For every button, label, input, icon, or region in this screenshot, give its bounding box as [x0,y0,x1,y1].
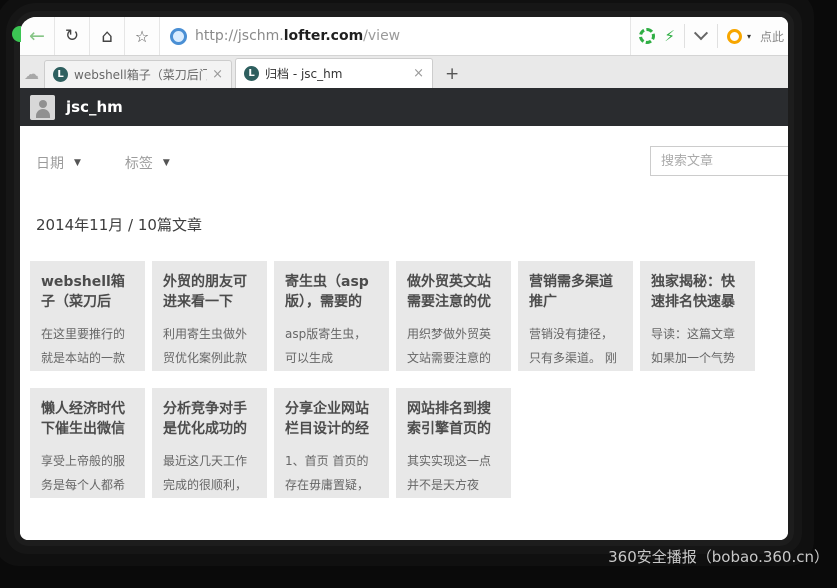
article-excerpt: 用织梦做外贸英文站需要注意的细节 [407,322,500,371]
tab-title: webshell箱子（菜刀后门），7 [74,66,207,83]
article-card[interactable]: 寄生虫（asp版），需要的 asp版寄生虫，可以生成 [274,261,389,371]
tab-archive[interactable]: L 归档 - jsc_hm × [235,58,433,88]
filter-date[interactable]: 日期 ▼ [36,153,81,173]
back-icon: ← [29,27,45,46]
browser-toolbar: ← ↻ ⌂ ☆ http://jschm.lofter.com/view ⚡ [20,17,788,56]
tab-webshell[interactable]: L webshell箱子（菜刀后门），7 × [44,60,232,88]
browser-logo-peek-icon [12,26,21,42]
article-card[interactable]: 做外贸英文站需要注意的优 用织梦做外贸英文站需要注意的细节 [396,261,511,371]
refresh-button[interactable]: ↻ [55,17,90,55]
back-button[interactable]: ← [20,17,55,55]
home-button[interactable]: ⌂ [90,17,125,55]
home-icon: ⌂ [101,26,112,47]
tab-close-icon[interactable]: × [212,67,223,82]
archive-content: 日期 ▼ 标签 ▼ 2014年11月 / 10篇文章 webshell箱子（菜刀… [20,126,788,540]
article-title: 分析竞争对手是优化成功的 [163,400,256,440]
toolbar-separator [684,24,685,48]
article-card[interactable]: 外贸的朋友可进来看一下 利用寄生虫做外贸优化案例此款寄生 [152,261,267,371]
lightning-icon[interactable]: ⚡ [664,29,675,44]
article-card[interactable]: 网站排名到搜索引擎首页的 其实实现这一点并不是天方夜谭，可 [396,388,511,498]
article-excerpt: asp版寄生虫，可以生成 [285,322,378,371]
article-card[interactable]: 营销需多渠道推广 营销没有捷径，只有多渠道。 刚刚看 [518,261,633,371]
blog-header: jsc_hm [20,88,788,126]
article-title: 网站排名到搜索引擎首页的 [407,400,500,440]
article-excerpt: 在这里要推行的就是本站的一款后门 [41,322,134,371]
filter-tag-label: 标签 [125,153,153,173]
article-card[interactable]: 懒人经济时代下催生出微信 享受上帝般的服务是每个人都希望 [30,388,145,498]
url-domain: lofter.com [284,28,363,44]
article-excerpt: 导读：这篇文章如果加一个气势磅礴 [651,322,744,371]
new-tab-button[interactable]: + [445,66,459,83]
article-excerpt: 其实实现这一点并不是天方夜谭，可 [407,449,500,498]
toolbar-separator [717,24,718,48]
search-engine-caret-icon[interactable]: ▾ [747,32,751,41]
person-icon [30,95,55,120]
chevron-down-icon[interactable] [694,26,708,40]
article-title: 寄生虫（asp版），需要的 [285,273,378,313]
url-prefix: http://jschm. [195,28,284,44]
toolbar-promo-label[interactable]: 点此 [760,28,784,45]
archive-heading: 2014年11月 / 10篇文章 [36,214,788,235]
address-bar[interactable]: http://jschm.lofter.com/view [160,17,631,55]
filter-bar: 日期 ▼ 标签 ▼ [20,126,788,178]
article-title: 营销需多渠道推广 [529,273,622,313]
search-input[interactable] [650,146,788,176]
article-excerpt: 最近这几天工作完成的很顺利，所以 [163,449,256,498]
article-excerpt: 营销没有捷径，只有多渠道。 刚刚看 [529,322,622,371]
star-icon: ☆ [135,27,149,46]
toolbar-right-group: ⚡ ▾ 点此 [631,17,788,55]
article-excerpt: 享受上帝般的服务是每个人都希望 [41,449,134,498]
article-title: 独家揭秘：快速排名快速暴 [651,273,744,313]
avatar[interactable] [30,95,55,120]
article-title: 懒人经济时代下催生出微信 [41,400,134,440]
article-excerpt: 利用寄生虫做外贸优化案例此款寄生 [163,322,256,371]
article-excerpt: 1、首页 首页的存在毋庸置疑，每个 [285,449,378,498]
article-card[interactable]: 分析竞争对手是优化成功的 最近这几天工作完成的很顺利，所以 [152,388,267,498]
screenshot-stage: ← ↻ ⌂ ☆ http://jschm.lofter.com/view ⚡ [0,0,837,588]
bookmark-star-button[interactable]: ☆ [125,17,160,55]
article-card[interactable]: 分享企业网站栏目设计的经 1、首页 首页的存在毋庸置疑，每个 [274,388,389,498]
article-grid: webshell箱子（菜刀后 在这里要推行的就是本站的一款后门 外贸的朋友可进来… [30,261,788,498]
tab-bar: ☁ L webshell箱子（菜刀后门），7 × L 归档 - jsc_hm ×… [20,56,788,88]
refresh-icon: ↻ [65,26,79,46]
tab-close-icon[interactable]: × [413,66,424,81]
adblock-ring-icon[interactable] [639,28,655,44]
filter-tag[interactable]: 标签 ▼ [125,153,170,173]
caret-down-icon: ▼ [163,158,170,168]
article-card[interactable]: webshell箱子（菜刀后 在这里要推行的就是本站的一款后门 [30,261,145,371]
article-title: 分享企业网站栏目设计的经 [285,400,378,440]
search-engine-logo-icon[interactable] [727,29,742,44]
lofter-favicon-icon: L [244,66,259,81]
watermark: 360安全播报（bobao.360.cn） [608,546,829,567]
blog-title: jsc_hm [66,98,123,116]
cloud-icon[interactable]: ☁ [24,67,39,82]
site-favicon-icon [170,28,187,45]
tab-title: 归档 - jsc_hm [265,65,408,82]
browser-window: ← ↻ ⌂ ☆ http://jschm.lofter.com/view ⚡ [20,17,788,540]
url-suffix: /view [363,28,400,44]
article-title: 做外贸英文站需要注意的优 [407,273,500,313]
article-title: webshell箱子（菜刀后 [41,273,134,313]
article-card[interactable]: 独家揭秘：快速排名快速暴 导读：这篇文章如果加一个气势磅礴 [640,261,755,371]
url-text: http://jschm.lofter.com/view [195,28,400,44]
article-title: 外贸的朋友可进来看一下 [163,273,256,313]
filter-date-label: 日期 [36,153,64,173]
lofter-favicon-icon: L [53,67,68,82]
caret-down-icon: ▼ [74,158,81,168]
